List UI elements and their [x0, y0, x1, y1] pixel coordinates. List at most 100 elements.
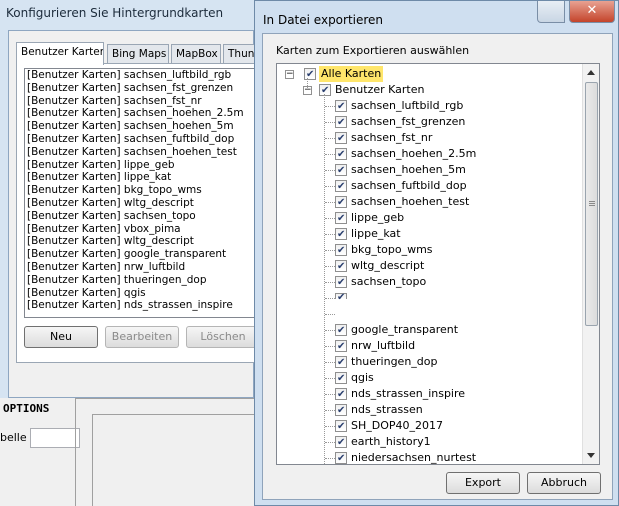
list-item[interactable]: [Benutzer Karten] qgis	[25, 287, 257, 300]
tree-item-label: niedersachsen_nurtest	[351, 451, 477, 464]
tree-item-label: google_transparent	[351, 323, 459, 336]
instruction-label: Karten zum Exportieren auswählen	[276, 44, 470, 57]
checkbox[interactable]	[319, 83, 331, 99]
list-item[interactable]: [Benutzer Karten] sachsen_hoehen_test	[25, 146, 257, 159]
tab-mapbox[interactable]: MapBox	[171, 44, 221, 64]
checkbox[interactable]	[335, 99, 347, 115]
tree-item-label: sachsen_luftbild_rgb	[351, 99, 464, 112]
dialog-title: In Datei exportieren	[263, 13, 384, 27]
list-item[interactable]: [Benutzer Karten] bkg_topo_wms	[25, 184, 257, 197]
tree-line	[325, 330, 335, 331]
export-button[interactable]: Export	[446, 472, 520, 494]
tree-item-label: SH_DOP40_2017	[351, 419, 444, 432]
field-label: belle	[0, 431, 27, 444]
cancel-button[interactable]: Abbruch	[527, 472, 601, 494]
tab-benutzer-karten[interactable]: Benutzer Karten	[16, 42, 104, 65]
background-window-title: Konfigurieren Sie Hintergrundkarten	[6, 6, 224, 20]
checkbox[interactable]	[335, 435, 347, 451]
checkbox[interactable]	[335, 339, 347, 355]
tree-item-label: sachsen_topo	[351, 275, 427, 288]
vertical-scrollbar[interactable]	[582, 64, 599, 464]
tree-line	[325, 266, 335, 267]
tree-line	[325, 442, 335, 443]
tree-item-label: lippe_geb	[351, 211, 405, 224]
checkbox[interactable]	[335, 147, 347, 163]
scroll-down-icon[interactable]	[587, 453, 595, 458]
tree-line	[325, 202, 335, 203]
checkbox[interactable]	[335, 163, 347, 179]
list-item[interactable]: [Benutzer Karten] nrw_luftbild	[25, 261, 257, 274]
list-item[interactable]: [Benutzer Karten] sachsen_hoehen_5m	[25, 120, 257, 133]
list-item[interactable]: [Benutzer Karten] vbox_pima	[25, 223, 257, 236]
tree-item-label: nds_strassen	[351, 403, 423, 416]
tree-line	[325, 186, 335, 187]
tree-line	[307, 78, 308, 88]
close-icon: ✕	[586, 3, 598, 18]
text-field[interactable]	[30, 428, 80, 448]
delete-button[interactable]: Löschen	[186, 326, 260, 348]
checkbox[interactable]	[335, 115, 347, 131]
tree-item-label: sachsen_hoehen_2.5m	[351, 147, 477, 160]
tree-line	[325, 362, 335, 363]
tree-line	[325, 346, 335, 347]
list-item[interactable]: [Benutzer Karten] sachsen_topo	[25, 210, 257, 223]
checkbox[interactable]	[335, 387, 347, 403]
edit-button[interactable]: Bearbeiten	[105, 326, 179, 348]
list-item[interactable]: [Benutzer Karten] sachsen_fuftbild_dop	[25, 133, 257, 146]
tree-line	[325, 394, 335, 395]
tree-item-label: sachsen_fst_nr	[351, 131, 433, 144]
checkbox[interactable]	[335, 275, 347, 291]
tree-item-label: lippe_kat	[351, 227, 401, 240]
list-item[interactable]: [Benutzer Karten] lippe_geb	[25, 159, 257, 172]
checkbox[interactable]	[335, 131, 347, 147]
new-button[interactable]: Neu	[24, 326, 98, 348]
checkbox[interactable]	[335, 371, 347, 387]
tab-bing-maps[interactable]: Bing Maps	[107, 44, 169, 64]
tree-item-label: sachsen_fuftbild_dop	[351, 179, 467, 192]
scroll-thumb[interactable]	[585, 82, 598, 326]
list-item[interactable]: [Benutzer Karten] nds_strassen_inspire	[25, 299, 257, 312]
tree-item-label: sachsen_hoehen_5m	[351, 163, 466, 176]
checkbox[interactable]	[335, 323, 347, 339]
tree-line	[325, 106, 335, 107]
checkbox[interactable]	[335, 211, 347, 227]
window-control-button[interactable]	[537, 1, 565, 23]
tree-item-label: earth_history1	[351, 435, 431, 448]
tree-item-label: sachsen_hoehen_test	[351, 195, 470, 208]
checkbox[interactable]	[335, 355, 347, 371]
list-item[interactable]: [Benutzer Karten] wltg_descript	[25, 197, 257, 210]
tree-line	[325, 378, 335, 379]
tree-line	[325, 234, 335, 235]
checkbox[interactable]	[335, 403, 347, 419]
checkbox[interactable]	[335, 259, 347, 275]
list-item[interactable]: [Benutzer Karten] sachsen_fst_grenzen	[25, 82, 257, 95]
tree-line	[325, 138, 335, 139]
map-list[interactable]: [Benutzer Karten] sachsen_luftbild_rgb [B…	[24, 68, 258, 318]
collapse-icon[interactable]: −	[285, 70, 294, 79]
checkbox[interactable]	[304, 67, 316, 83]
map-tree[interactable]: −Alle Karten−Benutzer Kartensachsen_luft…	[276, 63, 600, 465]
checkbox[interactable]	[335, 179, 347, 195]
close-button[interactable]: ✕	[569, 1, 615, 23]
checkbox-partial[interactable]	[335, 292, 347, 303]
tree-item-label: sachsen_fst_grenzen	[351, 115, 466, 128]
list-item[interactable]: [Benutzer Karten] sachsen_hoehen_2.5m	[25, 107, 257, 120]
tree-root-label: Alle Karten	[319, 66, 384, 82]
tree-line	[325, 298, 335, 299]
checkbox[interactable]	[335, 195, 347, 211]
tree-line	[325, 154, 335, 155]
list-item[interactable]: [Benutzer Karten] sachsen_fst_nr	[25, 95, 257, 108]
list-item[interactable]: [Benutzer Karten] google_transparent	[25, 248, 257, 261]
checkbox[interactable]	[335, 243, 347, 259]
tree-line	[325, 250, 335, 251]
scroll-up-icon[interactable]	[587, 70, 595, 75]
tree-item-label: nrw_luftbild	[351, 339, 416, 352]
checkbox[interactable]	[335, 419, 347, 435]
list-item[interactable]: [Benutzer Karten] thueringen_dop	[25, 274, 257, 287]
list-item[interactable]: [Benutzer Karten] sachsen_luftbild_rgb	[25, 69, 257, 82]
group-box-inner	[92, 414, 263, 506]
checkbox[interactable]	[335, 227, 347, 243]
checkbox[interactable]	[335, 451, 347, 464]
list-item[interactable]: [Benutzer Karten] wltg_descript	[25, 235, 257, 248]
list-item[interactable]: [Benutzer Karten] lippe_kat	[25, 171, 257, 184]
